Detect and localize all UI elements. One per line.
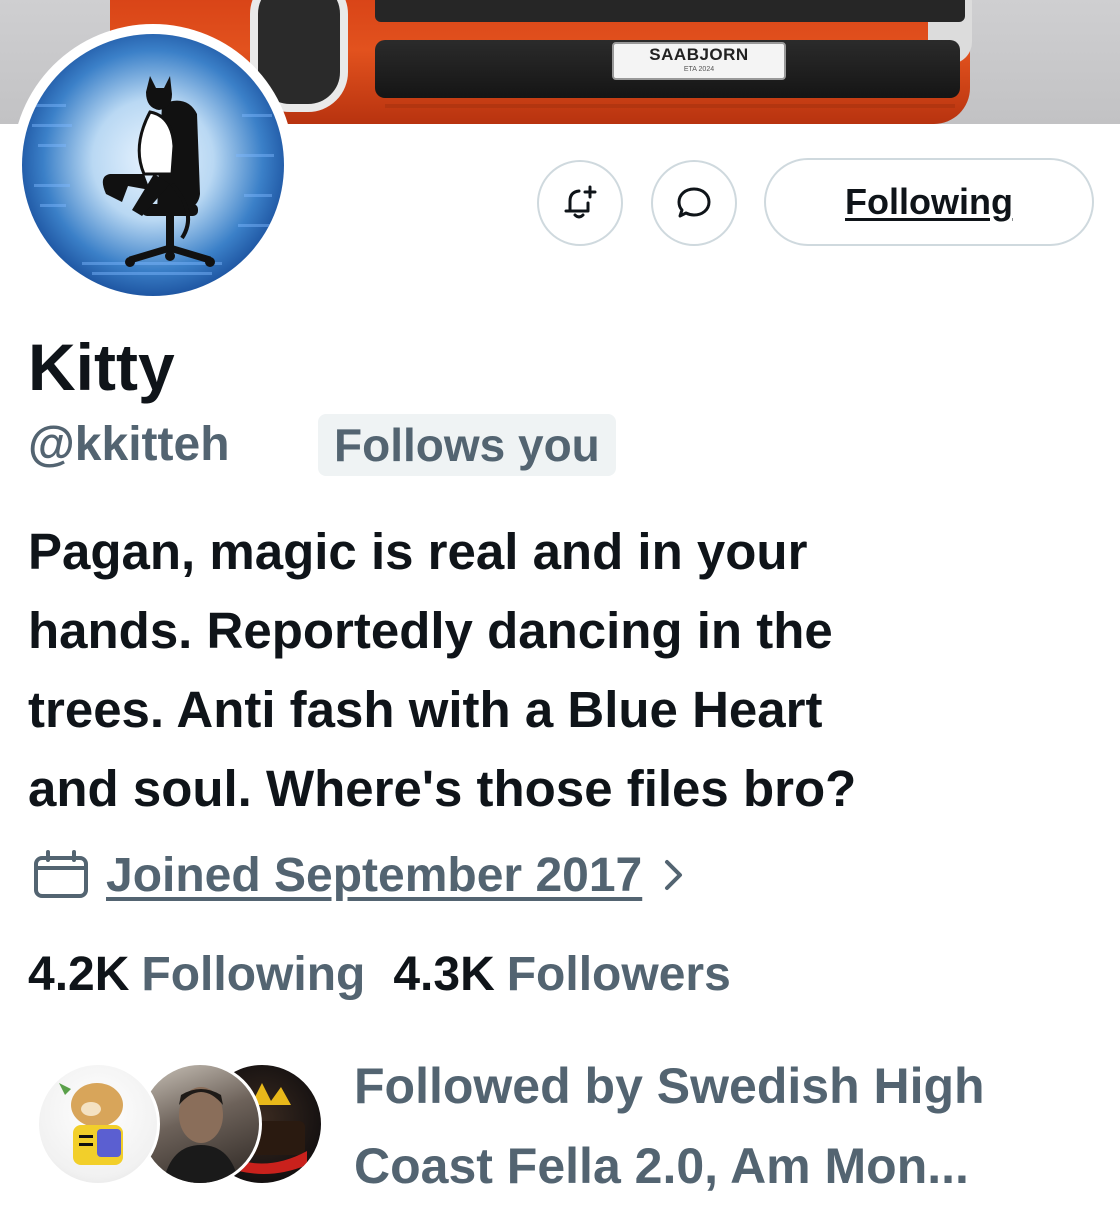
following-label: Following: [141, 948, 366, 1001]
joined-date-link[interactable]: Joined September 2017: [32, 840, 686, 910]
notifications-button[interactable]: [537, 160, 623, 246]
follow-stats: 4.2K Following 4.3K Followers: [28, 944, 731, 1006]
profile-avatar[interactable]: [12, 24, 294, 306]
following-stat-link[interactable]: 4.2K Following: [28, 944, 365, 1006]
plate-subtext: ETA 2024: [683, 66, 715, 73]
followers-count: 4.3K: [393, 948, 495, 1001]
user-handle: @kkitteh: [28, 418, 230, 471]
joined-date-text: Joined September 2017: [106, 848, 643, 902]
calendar-icon: [34, 850, 88, 898]
profile-bio: Pagan, magic is real and in your hands. …: [28, 512, 1088, 828]
follows-you-badge: Follows you: [318, 414, 616, 476]
follower-avatar: [36, 1062, 160, 1186]
banner-car-trim: [385, 104, 955, 108]
bell-plus-icon: [564, 185, 597, 219]
banner-car-grille: [375, 0, 965, 22]
avatar-cat-gamer-illustration: [32, 76, 274, 275]
message-bubble-icon: [677, 187, 711, 218]
banner-license-plate: SAABJORN ETA 2024: [612, 42, 786, 80]
following-button[interactable]: Following: [764, 158, 1094, 246]
display-name: Kitty: [28, 330, 175, 404]
following-count: 4.2K: [28, 948, 130, 1001]
followed-by-text[interactable]: Followed by Swedish High Coast Fella 2.0…: [354, 1046, 1074, 1206]
avatar-image: [22, 34, 284, 296]
followers-stat-link[interactable]: 4.3K Followers: [393, 944, 730, 1006]
chevron-right-icon: [662, 857, 686, 893]
plate-text: SAABJORN: [649, 45, 749, 64]
bio-line: Pagan, magic is real and in your: [28, 523, 808, 580]
bio-line: hands. Reportedly dancing in the: [28, 602, 833, 659]
follower-avatar-doge: [59, 1083, 123, 1165]
followed-by-line: Followed by Swedish High: [354, 1058, 985, 1114]
message-button[interactable]: [651, 160, 737, 246]
followed-by-line: Coast Fella 2.0, Am Mon...: [354, 1138, 969, 1194]
followers-label: Followers: [506, 948, 731, 1001]
bio-line: trees. Anti fash with a Blue Heart: [28, 681, 823, 738]
bio-line: and soul. Where's those files bro?: [28, 760, 857, 817]
